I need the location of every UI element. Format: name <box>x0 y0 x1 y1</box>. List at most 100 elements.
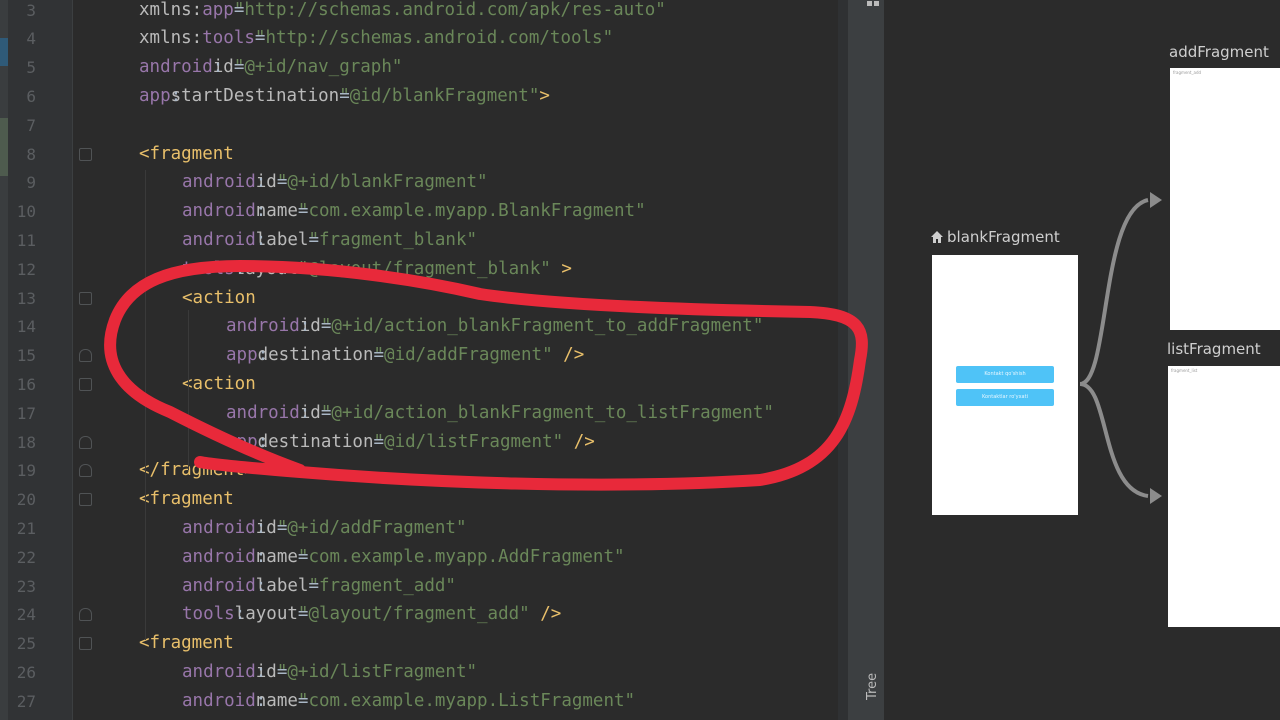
code-line[interactable]: 24 tools: layout = "@layout/fragment_add" /> <box>0 600 850 629</box>
add-fragment-preview-text: fragment_add <box>1173 70 1202 75</box>
blank-fragment-preview[interactable]: Kontakt qo'shish Kontaktlar ro'yxati <box>932 255 1078 515</box>
fold-end-icon[interactable] <box>79 349 92 363</box>
code-token: app <box>226 345 258 366</box>
code-line[interactable]: 6 app: startDestination = "@id/blankFragment… <box>0 82 850 111</box>
fold-end-icon[interactable] <box>79 608 92 622</box>
code-token: > <box>550 258 572 279</box>
action-to-add-fragment-arrow <box>1079 198 1149 386</box>
code-text: android: id = "@+id/addFragment" <box>182 514 467 543</box>
code-token: "http://schemas.android.com/tools" <box>254 28 614 49</box>
code-line[interactable]: 3 xmlns:app = "http://schemas.android.com/a… <box>0 0 850 25</box>
line-number: 26 <box>16 662 36 682</box>
code-text: android: name = "com.example.myapp.ListFrag… <box>182 687 635 716</box>
code-token: "fragment_add" <box>308 575 456 596</box>
code-line[interactable]: 17 android: id = "@+id/action_blankFragment_… <box>0 399 850 428</box>
indent-guide <box>145 170 146 640</box>
code-token: android <box>139 57 213 78</box>
line-number: 9 <box>26 173 36 193</box>
code-token: "@layout/fragment_add" <box>297 604 530 625</box>
code-text: android: label = "fragment_add" <box>182 572 456 601</box>
home-icon <box>931 231 943 243</box>
code-line[interactable]: 27 android: name = "com.example.myapp.ListFr… <box>0 687 850 716</box>
code-token: tools <box>202 28 255 49</box>
code-token: app <box>202 0 234 20</box>
line-number: 15 <box>16 346 36 366</box>
code-line[interactable]: 19 </fragment> <box>0 456 850 485</box>
fold-start-icon[interactable] <box>79 493 92 507</box>
fold-start-icon[interactable] <box>79 637 92 651</box>
add-fragment-preview[interactable]: fragment_add <box>1170 68 1280 330</box>
code-token: app <box>226 431 258 452</box>
code-line[interactable]: 25 <fragment <box>0 629 850 658</box>
code-text: <fragment <box>139 629 234 658</box>
code-token: : <box>255 690 267 711</box>
code-line[interactable]: 12 tools: layout = "@layout/fragment_blank" … <box>0 255 850 284</box>
code-token: app <box>139 85 171 106</box>
line-number: 27 <box>16 691 36 711</box>
blank-fragment-label: blankFragment <box>947 228 1060 246</box>
component-tree-tab[interactable]: Tree <box>865 673 880 700</box>
code-line[interactable]: 16 <action <box>0 370 850 399</box>
code-token: "@+id/addFragment" <box>276 517 467 538</box>
code-text: android: id = "@+id/action_blankFragment_to… <box>226 312 763 341</box>
code-line[interactable]: 13 <action <box>0 284 850 313</box>
code-token: android <box>182 546 256 567</box>
code-line[interactable]: 23 android: label = "fragment_add" <box>0 572 850 601</box>
arrowhead-list-fragment <box>1150 488 1162 504</box>
code-line[interactable]: 9 android: id = "@+id/blankFragment" <box>0 168 850 197</box>
fold-start-icon[interactable] <box>79 377 92 391</box>
code-line[interactable]: 4 xmlns:tools = "http://schemas.android.com… <box>0 24 850 53</box>
line-number: 6 <box>26 86 36 106</box>
line-number: 7 <box>26 115 36 135</box>
code-token: = <box>297 258 309 279</box>
code-token: = <box>297 604 309 625</box>
list-fragment-preview[interactable]: fragment_list <box>1168 366 1280 627</box>
code-line[interactable]: 15 app: destination = "@id/addFragment" /> <box>0 341 850 370</box>
code-token: "@+id/action_blankFragment_to_listFragme… <box>320 402 774 423</box>
code-token: "fragment_blank" <box>308 229 478 250</box>
code-token: android <box>182 229 256 250</box>
list-fragment-preview-text: fragment_list <box>1171 368 1198 373</box>
code-token: = <box>254 28 266 49</box>
fold-start-icon[interactable] <box>79 291 92 305</box>
fold-end-icon[interactable] <box>79 464 92 478</box>
code-token: = <box>297 201 309 222</box>
arrowhead-add-fragment <box>1150 192 1162 208</box>
code-line[interactable]: 8 <fragment <box>0 140 850 169</box>
code-line[interactable]: 5 android: id = "@+id/nav_graph" <box>0 53 850 82</box>
fold-end-icon[interactable] <box>79 435 92 449</box>
fold-start-icon[interactable] <box>79 147 92 161</box>
code-line[interactable]: 20 <fragment <box>0 485 850 514</box>
code-line[interactable]: 10 android: name = "com.example.myapp.BlankF… <box>0 197 850 226</box>
code-token: android <box>182 661 256 682</box>
code-token: /> <box>529 604 562 625</box>
code-line[interactable]: 14 android: id = "@+id/action_blankFragment_… <box>0 312 850 341</box>
line-number: 17 <box>16 403 36 423</box>
code-token: tools <box>182 258 235 279</box>
indent-guide <box>188 310 189 470</box>
code-line[interactable]: 26 android: id = "@+id/listFragment" <box>0 658 850 687</box>
code-token: = <box>373 431 385 452</box>
code-token: android <box>182 201 256 222</box>
code-line[interactable]: 11 android: label = "fragment_blank" <box>0 226 850 255</box>
code-line[interactable]: 7 <box>0 111 850 140</box>
code-text: android: name = "com.example.myapp.AddFragm… <box>182 543 625 572</box>
line-number: 4 <box>26 29 36 49</box>
code-line[interactable]: 18 app: destination = "@id/listFragment" /> <box>0 428 850 457</box>
line-number: 20 <box>16 490 36 510</box>
editor-scrollbar[interactable] <box>838 0 848 720</box>
code-text: tools: layout = "@layout/fragment_blank" > <box>182 255 572 284</box>
code-token: android <box>226 402 300 423</box>
contact-list-button: Kontaktlar ro'yxati <box>956 389 1054 406</box>
code-token: startDestination <box>170 85 340 106</box>
code-token: "@id/listFragment" <box>373 431 564 452</box>
code-line[interactable]: 21 android: id = "@+id/addFragment" <box>0 514 850 543</box>
code-token: /> <box>563 431 595 452</box>
grid-icon[interactable] <box>867 0 879 8</box>
code-token: android <box>182 690 256 711</box>
code-token: /> <box>552 345 585 366</box>
code-token: : <box>299 402 311 423</box>
code-token: <action <box>182 373 256 394</box>
code-line[interactable]: 22 android: name = "com.example.myapp.AddFra… <box>0 543 850 572</box>
line-number: 16 <box>16 374 36 394</box>
